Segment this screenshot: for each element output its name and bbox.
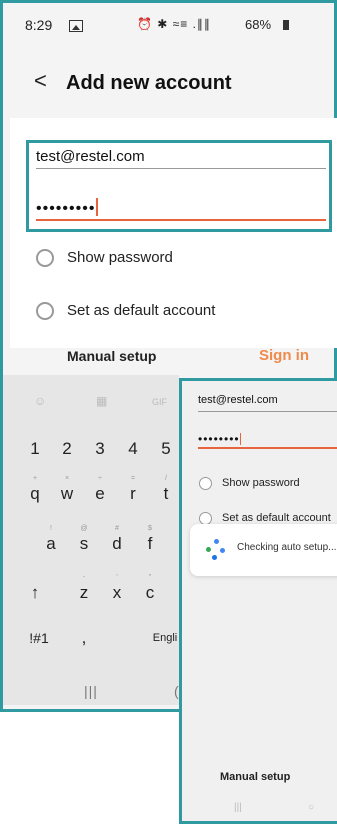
- emoji-icon[interactable]: ☺: [34, 394, 46, 408]
- phone-screen-overlay: test@restel.com •••••••• Show password S…: [179, 378, 337, 824]
- default-account-radio[interactable]: [36, 302, 54, 320]
- key-5[interactable]: 5: [155, 433, 177, 465]
- overlay-email-field[interactable]: test@restel.com: [198, 394, 278, 406]
- key-q[interactable]: + q: [24, 475, 46, 510]
- key-2[interactable]: 2: [56, 433, 78, 465]
- key-a[interactable]: ! a: [40, 525, 62, 560]
- overlay-password-field[interactable]: ••••••••: [198, 432, 242, 446]
- overlay-default-account-label: Set as default account: [222, 512, 331, 524]
- battery-percent: 68%: [245, 17, 272, 32]
- overlay-manual-setup-button[interactable]: Manual setup: [220, 771, 290, 783]
- key-r[interactable]: = r: [122, 475, 144, 510]
- overlay-password-mask: ••••••••: [198, 432, 240, 446]
- gif-button[interactable]: GIF: [152, 397, 167, 407]
- overlay-show-password-label: Show password: [222, 477, 300, 489]
- gallery-notification-icon: [69, 20, 83, 32]
- key-s[interactable]: @ s: [73, 525, 95, 560]
- key-d[interactable]: # d: [106, 525, 128, 560]
- status-time: 8:29: [25, 17, 53, 33]
- status-bar: 8:29 ⏰ ✱ ≈≡ .∥∥ 68%: [25, 17, 325, 37]
- key-4[interactable]: 4: [122, 433, 144, 465]
- overlay-recent-apps-button[interactable]: |||: [234, 802, 242, 813]
- key-z[interactable]: -z: [73, 574, 95, 609]
- email-underline: [36, 168, 326, 169]
- overlay-password-underline: [198, 447, 337, 449]
- key-w[interactable]: × w: [56, 475, 78, 510]
- key-t[interactable]: / t: [155, 475, 177, 510]
- symbols-key[interactable]: !#1: [24, 622, 54, 654]
- key-c[interactable]: " c: [139, 574, 161, 609]
- overlay-show-password-radio[interactable]: [199, 477, 212, 490]
- email-field[interactable]: test@restel.com: [36, 148, 326, 165]
- show-password-radio[interactable]: [36, 249, 54, 267]
- key-3[interactable]: 3: [89, 433, 111, 465]
- checking-setup-text: Checking auto setup...: [237, 542, 337, 553]
- status-icons: ⏰ ✱ ≈≡ .∥∥: [137, 17, 211, 31]
- manual-setup-button[interactable]: Manual setup: [67, 348, 156, 364]
- key-1[interactable]: 1: [24, 433, 46, 465]
- loading-spinner-icon: [206, 539, 228, 561]
- overlay-home-button[interactable]: ○: [308, 802, 314, 813]
- battery-icon: [283, 20, 289, 30]
- back-button[interactable]: <: [34, 68, 47, 94]
- comma-key[interactable]: ,: [73, 622, 95, 654]
- page-title: Add new account: [66, 72, 232, 94]
- recent-apps-button[interactable]: |||: [84, 683, 98, 699]
- key-e[interactable]: ÷ e: [89, 475, 111, 510]
- sign-in-button[interactable]: Sign in: [259, 347, 309, 364]
- overlay-email-underline: [198, 411, 337, 412]
- default-account-label: Set as default account: [67, 302, 216, 319]
- password-underline: [36, 219, 326, 221]
- show-password-label: Show password: [67, 249, 173, 266]
- password-field[interactable]: •••••••••: [36, 198, 99, 218]
- overlay-text-caret: [239, 433, 242, 445]
- text-caret: [96, 198, 99, 216]
- shift-key[interactable]: ↑: [24, 577, 46, 609]
- password-mask: •••••••••: [36, 200, 96, 217]
- sticker-icon[interactable]: ▦: [96, 394, 107, 408]
- key-x[interactable]: ' x: [106, 574, 128, 609]
- key-f[interactable]: $ f: [139, 525, 161, 560]
- checking-setup-dialog: Checking auto setup...: [190, 524, 337, 576]
